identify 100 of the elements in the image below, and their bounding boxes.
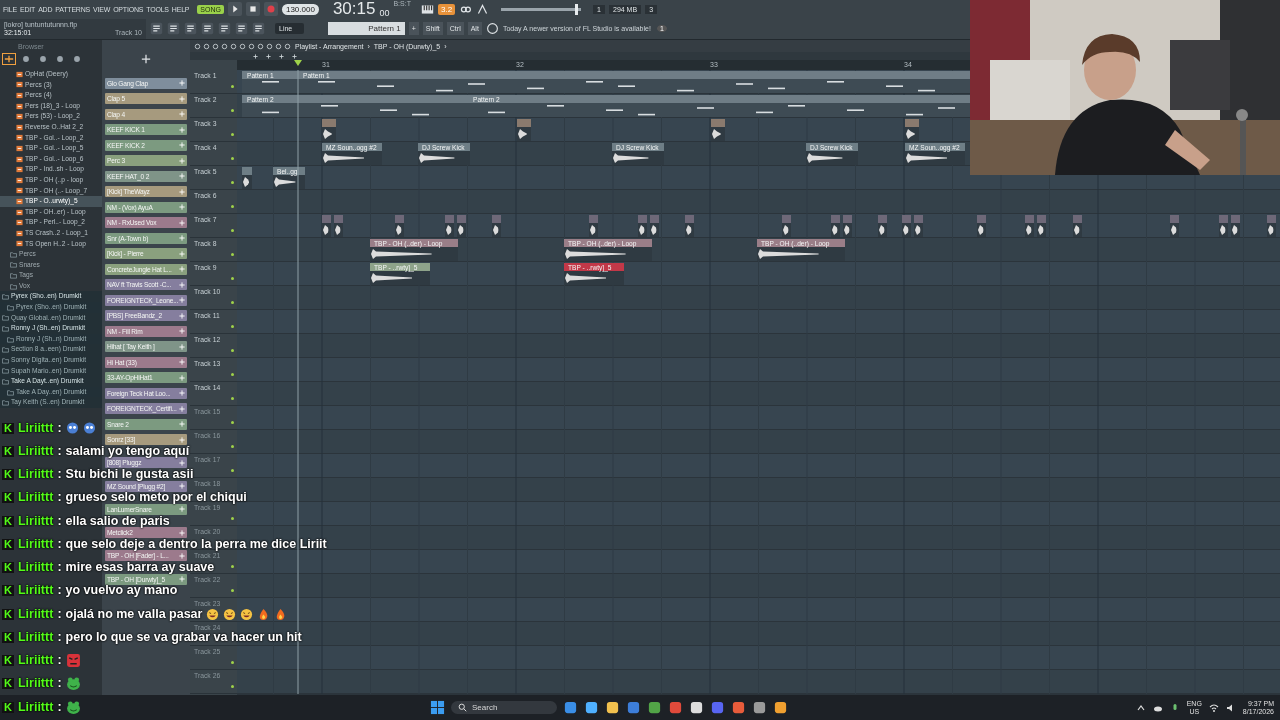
audio-clip[interactable] xyxy=(492,215,501,237)
audio-clip[interactable] xyxy=(1231,215,1240,237)
toolbar-button-icon[interactable] xyxy=(218,22,231,35)
track-led[interactable] xyxy=(231,565,234,568)
toolbar-button-icon[interactable] xyxy=(150,22,163,35)
move-icon[interactable] xyxy=(179,219,185,226)
audio-clip[interactable] xyxy=(334,215,343,237)
track-lane[interactable] xyxy=(237,358,1280,381)
wifi-icon[interactable] xyxy=(1208,702,1219,713)
search-field[interactable]: Search xyxy=(451,701,558,714)
audio-clip[interactable] xyxy=(445,215,454,237)
track-led[interactable] xyxy=(231,469,234,472)
rack-menu-icon[interactable] xyxy=(141,53,151,64)
track-led[interactable] xyxy=(231,85,234,88)
track-led[interactable] xyxy=(231,109,234,112)
audio-clip[interactable] xyxy=(1073,215,1082,237)
track-lane[interactable] xyxy=(237,454,1280,477)
audio-clip[interactable] xyxy=(878,215,887,237)
track-lane[interactable] xyxy=(237,190,1280,213)
audio-clip[interactable] xyxy=(1219,215,1228,237)
audio-clip[interactable] xyxy=(914,215,923,237)
audio-clip[interactable] xyxy=(589,215,598,237)
stop-icon[interactable] xyxy=(245,2,260,16)
track-led[interactable] xyxy=(231,349,234,352)
taskbar-app-icon[interactable] xyxy=(773,700,789,715)
all-tab-icon[interactable] xyxy=(3,54,15,64)
taskbar-app-icon[interactable] xyxy=(605,700,621,715)
track-lane[interactable] xyxy=(237,334,1280,357)
track-lane[interactable] xyxy=(237,310,1280,333)
toolbar-button-icon[interactable] xyxy=(235,22,248,35)
move-icon[interactable] xyxy=(179,552,185,559)
track-lane[interactable] xyxy=(237,574,1280,597)
tool-icon[interactable] xyxy=(252,52,259,60)
track-lane[interactable] xyxy=(237,550,1280,573)
track-led[interactable] xyxy=(231,253,234,256)
play-icon[interactable] xyxy=(227,2,242,16)
track-led[interactable] xyxy=(231,277,234,280)
audio-clip[interactable] xyxy=(322,215,331,237)
move-icon[interactable] xyxy=(179,390,185,397)
track-led[interactable] xyxy=(231,397,234,400)
track-led[interactable] xyxy=(231,325,234,328)
audio-clip[interactable] xyxy=(457,215,466,237)
track-led[interactable] xyxy=(231,421,234,424)
keyboard-icon[interactable] xyxy=(420,2,434,16)
tempo-display[interactable]: 130.000 xyxy=(281,3,319,15)
audio-clip[interactable] xyxy=(831,215,840,237)
track-led[interactable] xyxy=(231,157,234,160)
audio-clip[interactable] xyxy=(1025,215,1034,237)
track-led[interactable] xyxy=(231,685,234,688)
audio-clip[interactable] xyxy=(1170,215,1179,237)
audio-clip[interactable] xyxy=(395,215,404,237)
track-lane[interactable] xyxy=(237,286,1280,309)
audio-clip[interactable] xyxy=(322,119,336,141)
toolbar-button-icon[interactable] xyxy=(184,22,197,35)
taskbar-app-icon[interactable] xyxy=(647,700,663,715)
audio-clip[interactable] xyxy=(782,215,791,237)
audio-clip[interactable] xyxy=(1267,215,1276,237)
move-icon[interactable] xyxy=(179,483,185,490)
taskbar-app-icon[interactable] xyxy=(752,700,768,715)
track-led[interactable] xyxy=(231,181,234,184)
move-icon[interactable] xyxy=(179,312,185,319)
audio-clip[interactable] xyxy=(711,119,725,141)
track-led[interactable] xyxy=(231,301,234,304)
audio-clip[interactable] xyxy=(242,167,252,189)
toolbar-button-icon[interactable] xyxy=(167,22,180,35)
track-led[interactable] xyxy=(231,517,234,520)
move-icon[interactable] xyxy=(179,328,185,335)
track-led[interactable] xyxy=(231,373,234,376)
browser-tab-icon[interactable] xyxy=(20,54,32,64)
track-led[interactable] xyxy=(231,661,234,664)
track-led[interactable] xyxy=(231,445,234,448)
track-led[interactable] xyxy=(231,133,234,136)
move-icon[interactable] xyxy=(179,459,185,466)
windows-start-icon[interactable] xyxy=(430,700,445,715)
audio-clip[interactable] xyxy=(685,215,694,237)
track-lane[interactable] xyxy=(237,406,1280,429)
track-lane[interactable] xyxy=(237,502,1280,525)
move-icon[interactable] xyxy=(179,281,185,288)
browser-tab-icon[interactable] xyxy=(37,54,49,64)
track-lane[interactable] xyxy=(237,670,1280,693)
tool-icon[interactable] xyxy=(265,52,272,60)
audio-clip[interactable] xyxy=(638,215,647,237)
audio-clip[interactable] xyxy=(1037,215,1046,237)
audio-clip[interactable] xyxy=(517,119,531,141)
toolbar-button-icon[interactable] xyxy=(252,22,265,35)
tool-icon[interactable] xyxy=(278,52,285,60)
audio-clip[interactable] xyxy=(650,215,659,237)
tool-icon[interactable] xyxy=(291,52,298,60)
track-lane[interactable] xyxy=(237,646,1280,669)
browser-tab-icon[interactable] xyxy=(71,54,83,64)
move-icon[interactable] xyxy=(179,405,185,412)
track-led[interactable] xyxy=(231,589,234,592)
pattern-selector[interactable]: Pattern 1 xyxy=(328,22,405,35)
slider-thumb[interactable] xyxy=(574,3,578,15)
browser-tab-icon[interactable] xyxy=(54,54,66,64)
metronome-icon[interactable] xyxy=(476,2,490,16)
move-icon[interactable] xyxy=(179,359,185,366)
track-lane[interactable] xyxy=(237,382,1280,405)
taskbar-app-icon[interactable] xyxy=(689,700,705,715)
audio-clip[interactable] xyxy=(977,215,986,237)
